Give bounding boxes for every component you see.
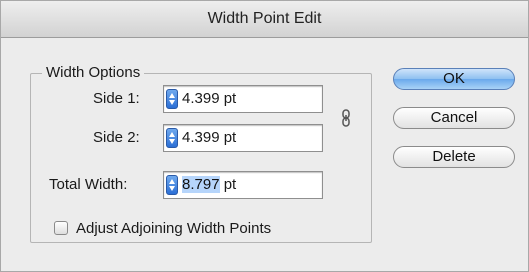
side2-value[interactable]: 4.399 pt: [182, 128, 236, 148]
cancel-button[interactable]: Cancel: [393, 107, 515, 129]
delete-button[interactable]: Delete: [393, 146, 515, 168]
stepper-up-icon[interactable]: [169, 179, 175, 184]
side1-stepper[interactable]: [166, 89, 178, 109]
total-width-stepper[interactable]: [166, 175, 178, 195]
stepper-up-icon[interactable]: [169, 93, 175, 98]
total-width-value[interactable]: 8.797 pt: [182, 175, 236, 195]
width-point-edit-dialog: Width Point Edit Width Options Side 1: 4…: [0, 0, 529, 272]
stepper-up-icon[interactable]: [169, 132, 175, 137]
total-width-number[interactable]: 8.797: [182, 176, 220, 193]
side2-stepper[interactable]: [166, 128, 178, 148]
total-width-label: Total Width:: [49, 176, 128, 193]
adjust-adjoining-label[interactable]: Adjust Adjoining Width Points: [76, 219, 271, 239]
chain-link-icon[interactable]: [341, 109, 351, 127]
stepper-down-icon[interactable]: [169, 139, 175, 144]
side1-label: Side 1:: [93, 90, 140, 107]
stepper-down-icon[interactable]: [169, 186, 175, 191]
total-width-field[interactable]: 8.797 pt: [163, 171, 323, 199]
side1-field[interactable]: 4.399 pt: [163, 85, 323, 113]
total-width-unit: pt: [219, 176, 237, 193]
side1-value[interactable]: 4.399 pt: [182, 89, 236, 109]
side2-label: Side 2:: [93, 129, 140, 146]
side2-field[interactable]: 4.399 pt: [163, 124, 323, 152]
stepper-down-icon[interactable]: [169, 100, 175, 105]
dialog-title: Width Point Edit: [1, 1, 528, 38]
adjust-adjoining-checkbox[interactable]: [54, 221, 68, 235]
width-options-legend: Width Options: [42, 63, 145, 83]
ok-button[interactable]: OK: [393, 68, 515, 90]
